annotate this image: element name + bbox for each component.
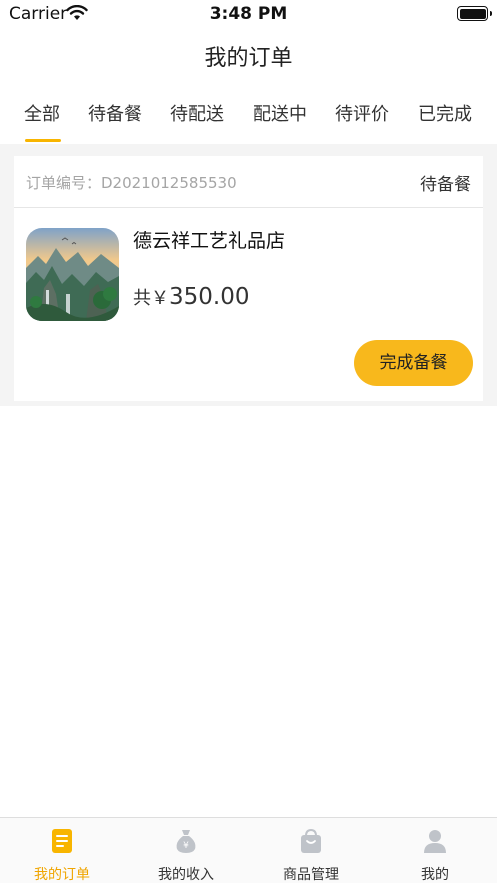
order-total: 共￥350.00 <box>133 284 249 310</box>
tab-pending-review[interactable]: 待评价 <box>335 100 389 126</box>
order-icon <box>51 828 73 858</box>
order-tabs: 全部 待备餐 待配送 配送中 待评价 已完成 <box>0 88 497 144</box>
battery-icon <box>457 6 492 21</box>
user-icon <box>423 828 447 858</box>
shop-thumbnail <box>26 228 119 321</box>
tab-completed[interactable]: 已完成 <box>418 100 472 126</box>
order-header: 订单编号：D2021012585530 待备餐 <box>14 156 483 208</box>
bottom-tab-my-orders[interactable]: 我的订单 <box>0 818 124 883</box>
tab-delivering[interactable]: 配送中 <box>253 100 307 126</box>
price-value: 350.00 <box>169 284 250 310</box>
tab-pending-prep[interactable]: 待备餐 <box>88 100 142 126</box>
active-tab-indicator <box>25 139 61 142</box>
order-number: 订单编号：D2021012585530 <box>26 174 237 192</box>
money-bag-icon: ¥ <box>174 828 198 858</box>
bottom-tab-my-income[interactable]: ¥ 我的收入 <box>124 818 248 883</box>
bottom-tab-label: 我的收入 <box>158 867 214 883</box>
complete-prep-button[interactable]: 完成备餐 <box>354 340 473 386</box>
tab-pending-delivery[interactable]: 待配送 <box>170 100 224 126</box>
svg-text:¥: ¥ <box>183 841 189 851</box>
order-card[interactable]: 订单编号：D2021012585530 待备餐 德云祥工艺礼品店 共￥350.0… <box>14 156 483 401</box>
bottom-tab-goods[interactable]: 商品管理 <box>249 818 373 883</box>
price-prefix: 共￥ <box>133 288 169 309</box>
order-status: 待备餐 <box>420 175 471 195</box>
shop-name: 德云祥工艺礼品店 <box>133 230 286 252</box>
page-title: 我的订单 <box>204 46 293 71</box>
bottom-tab-label: 我的订单 <box>34 867 90 883</box>
status-bar: Carrier 3:48 PM <box>0 0 497 28</box>
tab-all[interactable]: 全部 <box>24 100 60 126</box>
shopping-bag-icon <box>299 828 323 858</box>
clock: 3:48 PM <box>209 4 288 24</box>
bottom-tab-label: 我的 <box>421 867 449 883</box>
bottom-tab-label: 商品管理 <box>283 867 339 883</box>
bottom-tab-bar: 我的订单 ¥ 我的收入 商品管理 我的 <box>0 817 497 883</box>
bottom-tab-mine[interactable]: 我的 <box>373 818 497 883</box>
